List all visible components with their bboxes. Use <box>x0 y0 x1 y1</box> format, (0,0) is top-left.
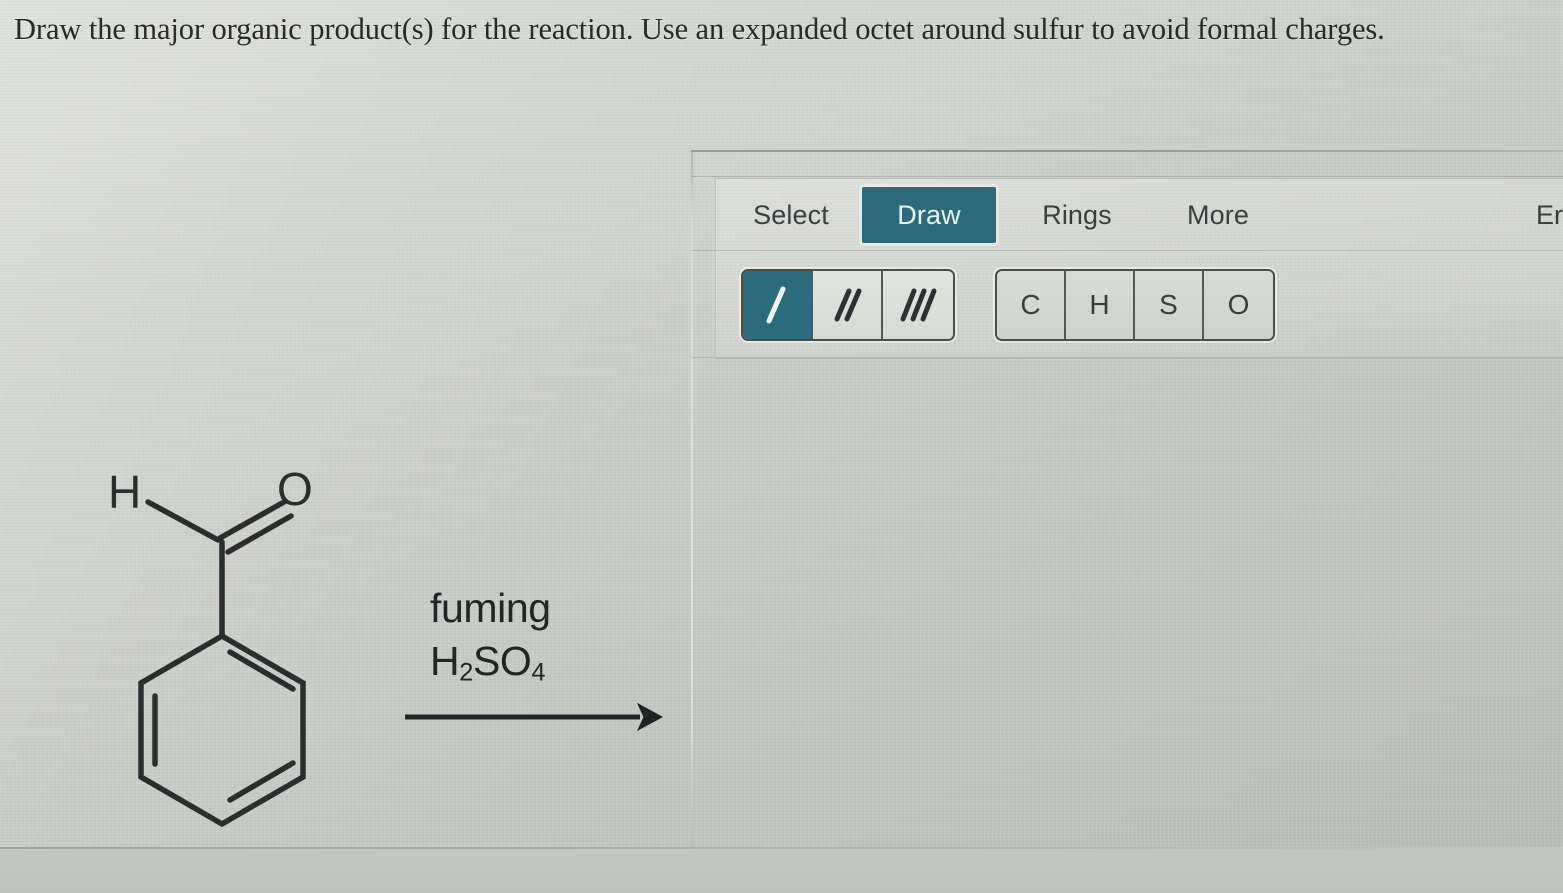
element-button-s[interactable]: S <box>1135 270 1204 339</box>
single-bond-tool[interactable] <box>743 270 813 339</box>
formula-h: H <box>430 637 460 684</box>
bond-h-to-carbonyl-carbon <box>145 499 221 543</box>
reagent-line-formula: H2SO4 <box>430 635 670 689</box>
benzene-inner-bond-2 <box>227 760 296 803</box>
bond-tool-group <box>741 268 955 341</box>
element-button-o[interactable]: O <box>1204 270 1273 339</box>
double-bond-icon <box>834 288 862 321</box>
bond-carbonyl-double-b <box>225 513 294 555</box>
panel-top-border <box>691 150 1563 152</box>
tab-rings[interactable]: Rings <box>1022 187 1132 243</box>
atom-label-h: H <box>108 466 142 518</box>
reaction-arrow <box>405 702 664 732</box>
reagent-line-fuming: fuming <box>430 585 551 631</box>
tab-erase[interactable]: Er <box>1536 200 1563 231</box>
toolbar-tool-row: C H S O <box>716 251 1563 358</box>
atom-label-o: O <box>277 463 313 515</box>
tab-more[interactable]: More <box>1168 187 1268 243</box>
formula-sub-4: 4 <box>531 658 546 687</box>
toolbar-inner-frame: Select Draw Rings More C H S O <box>715 178 1563 358</box>
reagent-label: fuming H2SO4 <box>430 582 670 689</box>
element-button-h[interactable]: H <box>1066 270 1135 339</box>
single-bond-icon <box>766 286 786 323</box>
tab-draw[interactable]: Draw <box>862 186 996 243</box>
benzene-ring-hexagon <box>138 632 306 828</box>
formula-so: SO <box>472 637 532 684</box>
element-tool-group: C H S O <box>995 268 1275 341</box>
double-bond-tool[interactable] <box>813 270 883 339</box>
reaction-scheme: H O fuming H2SO4 <box>60 430 690 880</box>
element-button-c[interactable]: C <box>997 270 1066 339</box>
formula-sub-2: 2 <box>459 658 473 687</box>
panel-bottom-border <box>715 358 1563 359</box>
triple-bond-tool[interactable] <box>883 270 953 339</box>
toolbar-tab-row: Select Draw Rings More <box>716 179 1563 251</box>
question-prompt: Draw the major organic product(s) for th… <box>14 12 1385 46</box>
triple-bond-icon <box>900 288 937 321</box>
tab-select[interactable]: Select <box>737 187 845 243</box>
bond-carbonyl-double-a <box>217 499 287 541</box>
molecular-editor-toolbar: Select Draw Rings More C H S O <box>691 150 1563 359</box>
